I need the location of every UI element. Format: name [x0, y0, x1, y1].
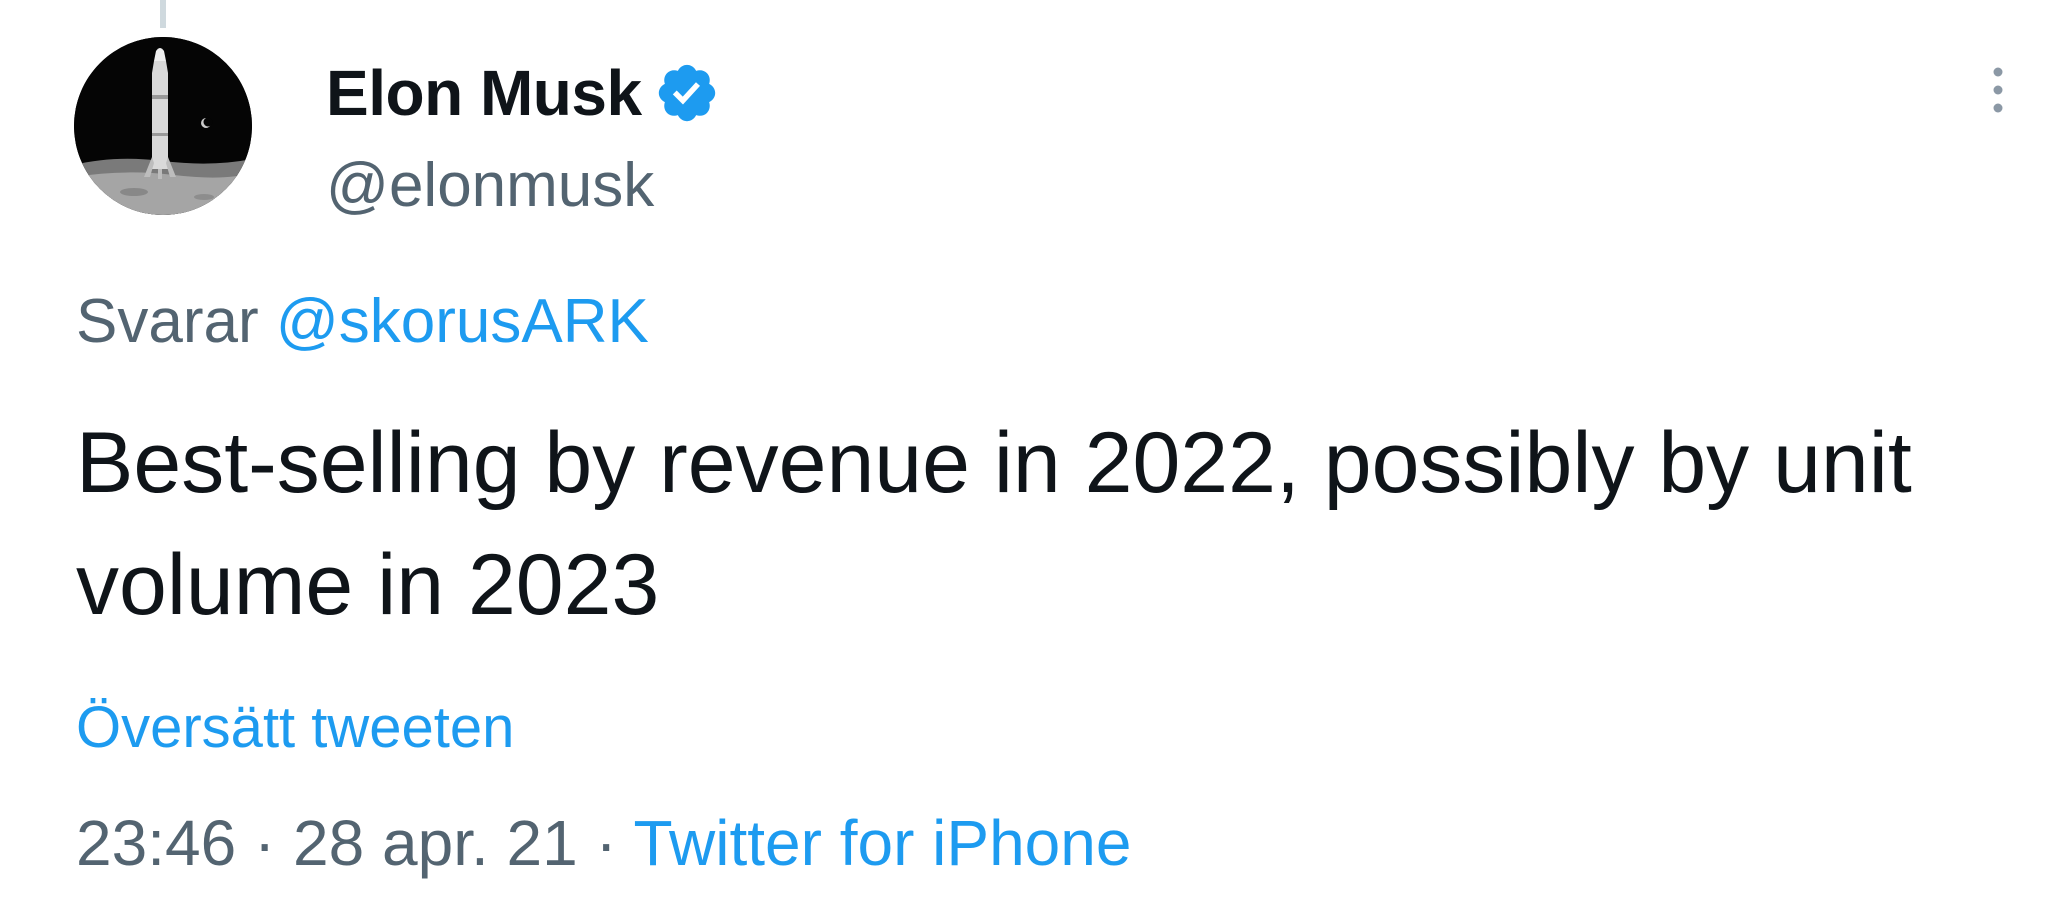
reply-prefix: Svarar	[76, 287, 259, 356]
thread-connector-line	[160, 0, 166, 28]
author-name-row[interactable]: Elon Musk	[326, 48, 720, 138]
avatar[interactable]	[74, 37, 252, 215]
more-vertical-icon[interactable]	[1978, 62, 2018, 118]
avatar-image	[74, 37, 252, 215]
tweet-metadata: 23:46 · 28 apr. 21 · Twitter for iPhone	[76, 806, 1131, 880]
tweet-source-link[interactable]: Twitter for iPhone	[633, 807, 1131, 879]
reply-to-handle-link[interactable]: @skorusARK	[276, 287, 649, 356]
meta-separator: ·	[236, 807, 294, 879]
tweet-card: Elon Musk @elonmusk Svarar @skorusARK Be…	[0, 0, 2048, 918]
tweet-date[interactable]: 28 apr. 21	[293, 807, 578, 879]
translate-tweet-link[interactable]: Översätt tweeten	[76, 694, 514, 761]
tweet-time[interactable]: 23:46	[76, 807, 236, 879]
meta-separator: ·	[577, 807, 634, 879]
author-handle[interactable]: @elonmusk	[326, 150, 654, 221]
verified-badge-icon	[654, 60, 720, 126]
reply-context: Svarar @skorusARK	[76, 286, 649, 357]
author-name[interactable]: Elon Musk	[326, 56, 642, 130]
tweet-text: Best-selling by revenue in 2022, possibl…	[76, 415, 1912, 633]
